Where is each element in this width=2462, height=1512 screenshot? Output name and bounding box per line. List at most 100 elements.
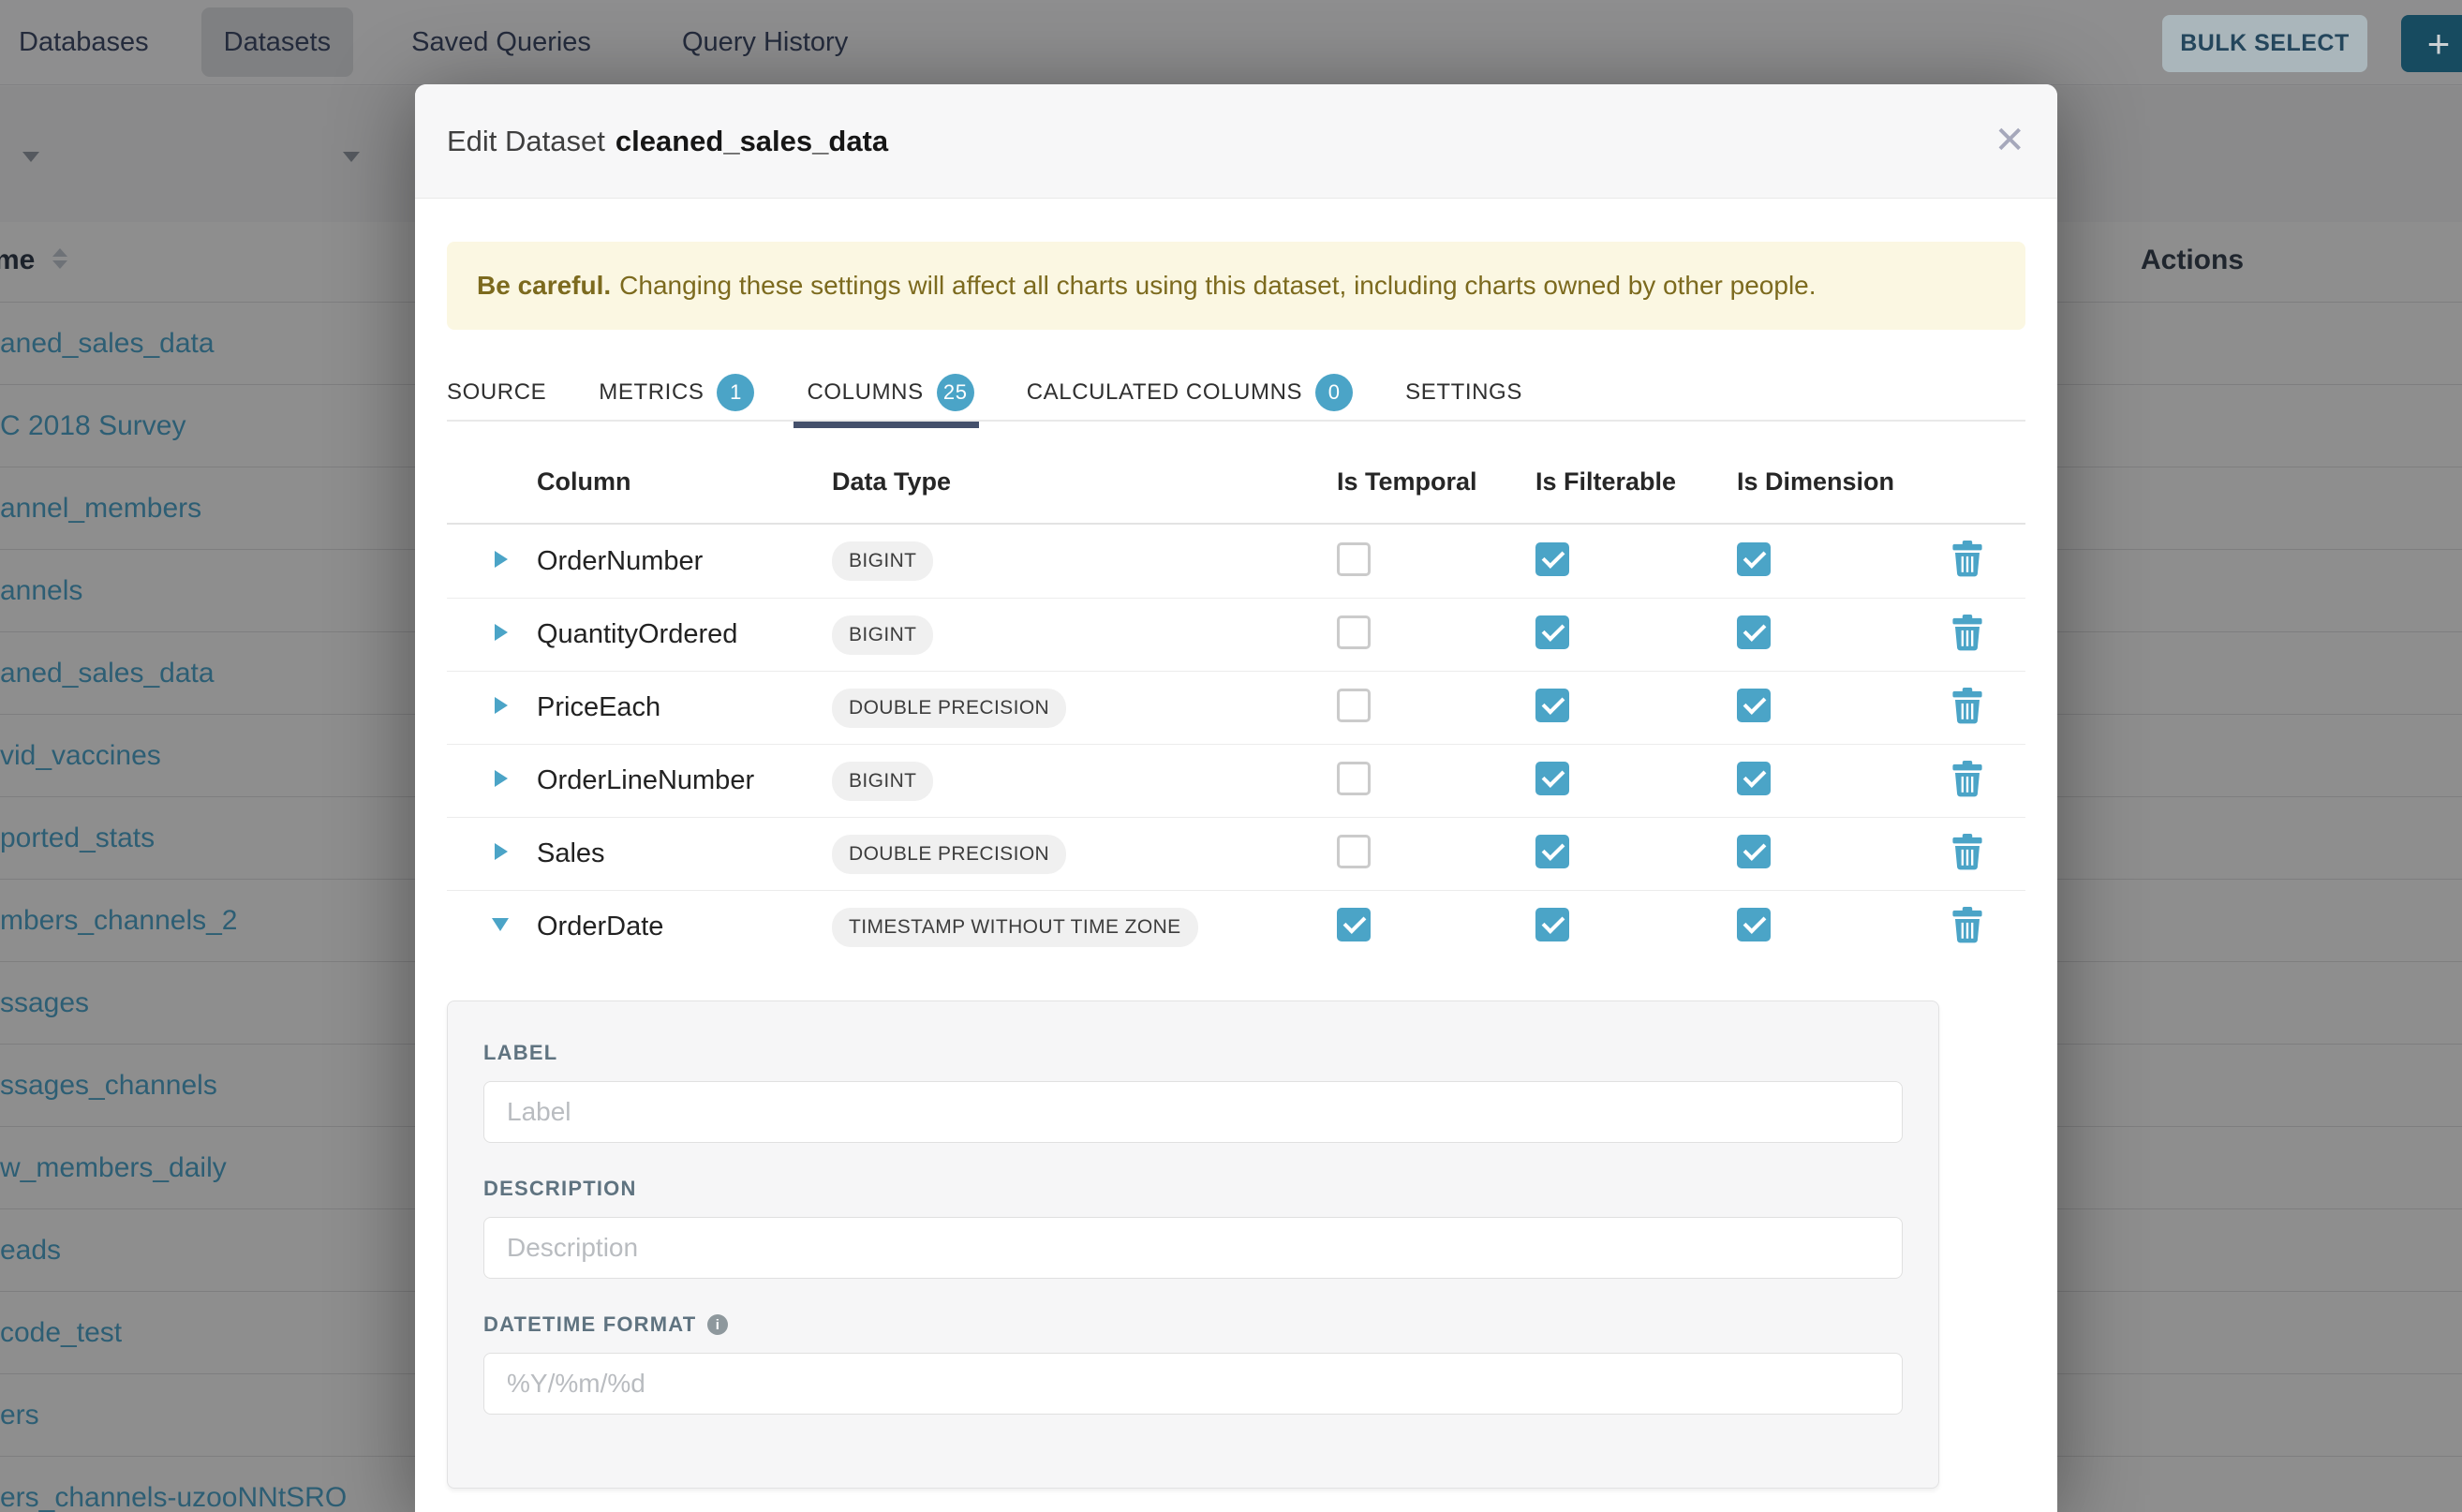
expand-caret-icon[interactable]	[495, 697, 508, 714]
sort-icon[interactable]	[52, 248, 67, 269]
warning-text: Changing these settings will affect all …	[619, 271, 1816, 301]
is-dimension-checkbox[interactable]	[1737, 908, 1771, 941]
column-row-ordernumber: OrderNumber BIGINT	[447, 525, 2025, 598]
nav-item-query-history[interactable]: Query History	[682, 27, 848, 58]
modal-title-dataset-name: cleaned_sales_data	[616, 125, 888, 158]
expand-caret-icon[interactable]	[495, 551, 508, 568]
header-is-dimension: Is Dimension	[1737, 467, 1951, 497]
dataset-link[interactable]: C 2018 Survey	[0, 410, 185, 442]
dataset-link[interactable]: eads	[0, 1235, 61, 1267]
columns-count-badge: 25	[937, 374, 974, 411]
data-type-pill: DOUBLE PRECISION	[832, 835, 1066, 874]
column-name: Sales	[537, 838, 832, 869]
is-dimension-checkbox[interactable]	[1737, 835, 1771, 868]
delete-column-icon[interactable]	[1951, 907, 1983, 943]
delete-column-icon[interactable]	[1951, 761, 1983, 797]
tab-source[interactable]: SOURCE	[447, 365, 546, 420]
dataset-link[interactable]: vid_vaccines	[0, 740, 161, 772]
data-type-pill: BIGINT	[832, 615, 933, 655]
column-name: QuantityOrdered	[537, 619, 832, 650]
nav-item-databases[interactable]: Databases	[19, 27, 149, 58]
column-name: PriceEach	[537, 692, 832, 723]
is-temporal-checkbox[interactable]	[1337, 542, 1371, 576]
dataset-link[interactable]: annel_members	[0, 493, 201, 525]
delete-column-icon[interactable]	[1951, 615, 1983, 651]
columns-table-header: Column Data Type Is Temporal Is Filterab…	[447, 440, 2025, 525]
datetime-format-heading-text: DATETIME FORMAT	[483, 1312, 696, 1337]
dataset-link[interactable]: ported_stats	[0, 823, 155, 854]
tab-metrics-label: METRICS	[599, 379, 704, 406]
is-filterable-checkbox[interactable]	[1535, 762, 1569, 795]
column-row-sales: Sales DOUBLE PRECISION	[447, 817, 2025, 890]
bulk-select-button[interactable]: BULK SELECT	[2162, 15, 2367, 72]
delete-column-icon[interactable]	[1951, 541, 1983, 577]
tab-calculated-columns[interactable]: CALCULATED COLUMNS 0	[1027, 365, 1353, 420]
dataset-link[interactable]: w_members_daily	[0, 1152, 227, 1184]
nav-item-datasets-active[interactable]: Datasets	[201, 7, 353, 77]
is-filterable-checkbox[interactable]	[1535, 615, 1569, 649]
dataset-link[interactable]: code_test	[0, 1317, 122, 1349]
is-dimension-checkbox[interactable]	[1737, 762, 1771, 795]
is-temporal-checkbox[interactable]	[1337, 908, 1371, 941]
is-temporal-checkbox[interactable]	[1337, 615, 1371, 649]
dataset-link[interactable]: aned_sales_data	[0, 328, 215, 360]
tab-calculated-columns-label: CALCULATED COLUMNS	[1027, 379, 1302, 406]
column-row-quantityordered: QuantityOrdered BIGINT	[447, 598, 2025, 671]
add-dataset-button[interactable]: +	[2401, 15, 2462, 72]
expand-caret-icon[interactable]	[495, 843, 508, 860]
is-filterable-checkbox[interactable]	[1535, 542, 1569, 576]
datetime-format-field-heading: DATETIME FORMAT i	[483, 1312, 1903, 1337]
column-name: OrderNumber	[537, 546, 832, 577]
expand-caret-icon[interactable]	[495, 624, 508, 641]
close-icon[interactable]: ✕	[1994, 120, 2025, 161]
collapse-caret-icon[interactable]	[492, 918, 509, 931]
nav-item-saved-queries[interactable]: Saved Queries	[411, 27, 591, 58]
dataset-link[interactable]: annels	[0, 575, 82, 607]
dataset-link[interactable]: ssages_channels	[0, 1070, 217, 1102]
tab-metrics[interactable]: METRICS 1	[599, 365, 754, 420]
expand-caret-icon[interactable]	[495, 770, 508, 787]
delete-column-icon[interactable]	[1951, 688, 1983, 724]
delete-column-icon[interactable]	[1951, 834, 1983, 870]
data-type-pill: BIGINT	[832, 762, 933, 801]
column-detail-panel: LABEL DESCRIPTION DATETIME FORMAT i	[447, 1001, 1939, 1489]
is-dimension-checkbox[interactable]	[1737, 542, 1771, 576]
modal-title: Edit Dataset	[447, 125, 605, 158]
columns-table: Column Data Type Is Temporal Is Filterab…	[447, 440, 2025, 963]
is-temporal-checkbox[interactable]	[1337, 689, 1371, 722]
calculated-columns-count-badge: 0	[1315, 374, 1353, 411]
header-is-temporal: Is Temporal	[1337, 467, 1535, 497]
dataset-link[interactable]: ssages	[0, 987, 89, 1019]
dataset-link[interactable]: ers_channels-uzooNNtSRO	[0, 1482, 347, 1512]
warning-banner: Be careful. Changing these settings will…	[447, 242, 2025, 330]
data-type-pill: DOUBLE PRECISION	[832, 689, 1066, 728]
is-filterable-checkbox[interactable]	[1535, 908, 1569, 941]
header-is-filterable: Is Filterable	[1535, 467, 1737, 497]
name-column-header[interactable]: me	[0, 245, 35, 276]
column-row-priceeach: PriceEach DOUBLE PRECISION	[447, 671, 2025, 744]
description-input[interactable]	[483, 1217, 1903, 1279]
is-dimension-checkbox[interactable]	[1737, 615, 1771, 649]
actions-column-header: Actions	[2141, 245, 2244, 276]
is-filterable-checkbox[interactable]	[1535, 689, 1569, 722]
info-icon[interactable]: i	[707, 1314, 728, 1335]
metrics-count-badge: 1	[717, 374, 754, 411]
label-field-heading: LABEL	[483, 1041, 1903, 1065]
left-dropdown-caret-icon[interactable]	[22, 152, 39, 162]
tab-columns-label: COLUMNS	[807, 379, 923, 406]
tab-columns[interactable]: COLUMNS 25	[807, 365, 973, 420]
dataset-link[interactable]: aned_sales_data	[0, 658, 215, 689]
datetime-format-input[interactable]	[483, 1353, 1903, 1415]
is-temporal-checkbox[interactable]	[1337, 762, 1371, 795]
is-dimension-checkbox[interactable]	[1737, 689, 1771, 722]
dataset-link[interactable]: mbers_channels_2	[0, 905, 238, 937]
tab-source-label: SOURCE	[447, 379, 546, 406]
description-field-heading-text: DESCRIPTION	[483, 1177, 637, 1201]
is-filterable-checkbox[interactable]	[1535, 835, 1569, 868]
dataset-link[interactable]: ers	[0, 1400, 39, 1431]
label-input[interactable]	[483, 1081, 1903, 1143]
database-dropdown-caret-icon[interactable]	[343, 152, 360, 162]
tab-settings[interactable]: SETTINGS	[1405, 365, 1522, 420]
is-temporal-checkbox[interactable]	[1337, 835, 1371, 868]
description-field-heading: DESCRIPTION	[483, 1177, 1903, 1201]
